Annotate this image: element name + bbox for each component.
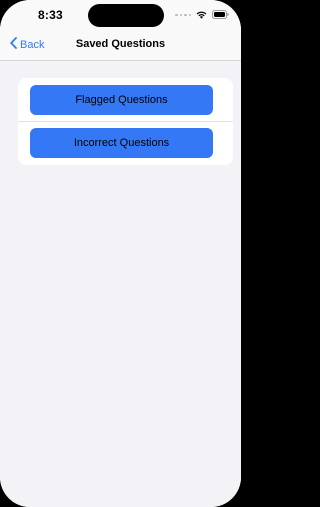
app-screen: 8:33 Back Saved Questions Flagged Questi…	[0, 0, 241, 507]
wifi-icon	[196, 6, 207, 24]
status-icons	[175, 10, 229, 20]
saved-questions-list: Flagged Questions Incorrect Questions	[18, 78, 233, 165]
status-time: 8:33	[38, 8, 63, 22]
device-frame: 8:33 Back Saved Questions Flagged Questi…	[0, 0, 241, 507]
list-divider	[18, 121, 233, 122]
battery-icon	[212, 6, 229, 24]
page-title: Saved Questions	[75, 38, 166, 50]
cellular-dots-icon	[175, 13, 191, 17]
main-content: Flagged Questions Incorrect Questions	[0, 61, 241, 507]
status-bar: 8:33	[0, 0, 241, 32]
flagged-questions-button[interactable]: Flagged Questions	[30, 85, 213, 115]
navigation-bar: Back Saved Questions	[0, 32, 241, 61]
incorrect-questions-button[interactable]: Incorrect Questions	[30, 128, 213, 158]
dynamic-island	[88, 4, 164, 27]
